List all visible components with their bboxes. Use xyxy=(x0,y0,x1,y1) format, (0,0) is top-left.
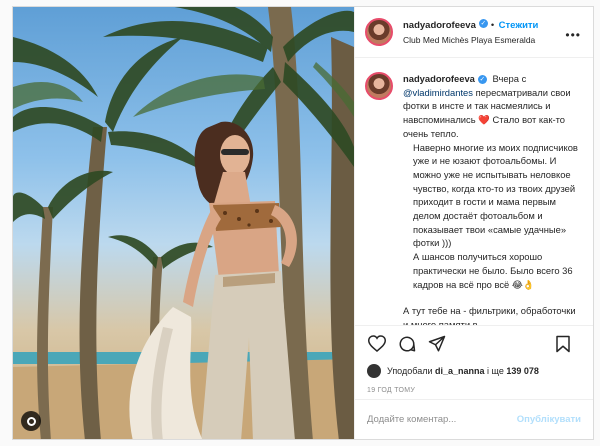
post-header: nadyadorofeeva ✓ • Стежити Club Med Michès… xyxy=(355,7,593,58)
post-timestamp[interactable]: 19 ГОД ТОМУ xyxy=(355,381,593,399)
likes-count[interactable]: 139 078 xyxy=(506,366,539,376)
caption-area: nadyadorofeeva ✓ Вчера с @vladimirdantes … xyxy=(355,58,593,325)
caption-p4: А тут тебе на - фильтрики, обработочки и… xyxy=(403,305,576,325)
heart-icon[interactable] xyxy=(365,332,389,356)
liker-avatar[interactable] xyxy=(367,364,381,378)
beach-palm-photo xyxy=(13,7,354,439)
caption-p2: Наверно многие из моих подписчиков уже и… xyxy=(413,141,578,249)
action-bar xyxy=(355,325,593,361)
follow-button[interactable]: Стежити xyxy=(499,20,539,31)
likes-summary: Уподобали di_a_nanna і ще 139 078 xyxy=(355,361,593,381)
liker-username[interactable]: di_a_nanna xyxy=(435,366,485,376)
caption-text: nadyadorofeeva ✓ Вчера с @vladimirdantes … xyxy=(403,72,579,325)
comment-box: Опублікувати xyxy=(355,399,593,439)
comment-icon[interactable] xyxy=(395,332,419,356)
separator: • xyxy=(490,20,495,31)
caption-avatar[interactable] xyxy=(365,72,393,100)
share-icon[interactable] xyxy=(425,332,449,356)
caption-p3: А шансов получиться хорошо практически н… xyxy=(413,251,573,290)
mention-link[interactable]: @vladimirdantes xyxy=(403,87,473,98)
laugh-ok-emoji: 😂👌 xyxy=(511,278,535,290)
post-window: nadyadorofeeva ✓ • Стежити Club Med Michès… xyxy=(12,6,594,440)
likes-prefix: Уподобали xyxy=(387,366,433,376)
publish-button[interactable]: Опублікувати xyxy=(517,414,581,425)
post-sidebar: nadyadorofeeva ✓ • Стежити Club Med Michès… xyxy=(354,7,593,439)
caption-p1-a: Вчера с xyxy=(492,73,527,84)
heart-emoji: ❤️ xyxy=(478,114,490,126)
location-link[interactable]: Club Med Michès Playa Esmeralda xyxy=(403,33,538,47)
username-link[interactable]: nadyadorofeeva xyxy=(403,20,476,31)
verified-badge-icon: ✓ xyxy=(477,75,487,85)
likes-middle: і ще xyxy=(487,366,504,376)
post-header-text: nadyadorofeeva ✓ • Стежити Club Med Michès… xyxy=(403,17,538,47)
post-photo[interactable] xyxy=(13,7,354,439)
tag-icon[interactable] xyxy=(21,411,41,431)
comment-input[interactable] xyxy=(367,414,517,425)
caption-username[interactable]: nadyadorofeeva xyxy=(403,73,475,84)
avatar[interactable] xyxy=(365,18,393,46)
bookmark-icon[interactable] xyxy=(551,332,575,356)
more-options-icon[interactable]: ••• xyxy=(565,28,581,42)
verified-badge-icon: ✓ xyxy=(478,19,488,29)
